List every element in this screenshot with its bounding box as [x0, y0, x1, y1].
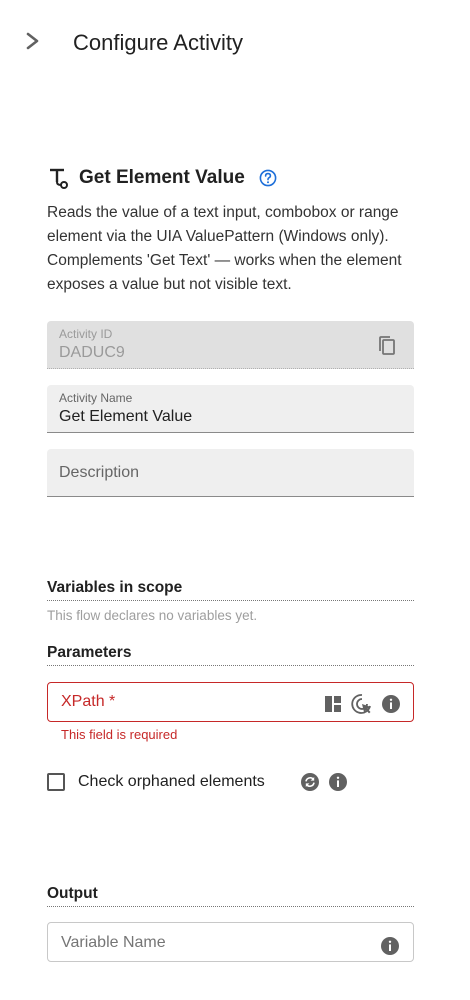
- activity-description: Reads the value of a text input, combobo…: [47, 204, 402, 293]
- xpath-icons: [323, 693, 401, 715]
- header: Configure Activity: [0, 0, 470, 84]
- get-text-icon: [50, 168, 68, 189]
- parameters-heading: Parameters: [47, 644, 414, 666]
- chevron-right-icon[interactable]: [22, 29, 44, 53]
- info-icon[interactable]: [381, 694, 401, 714]
- activity-title-row: Get Element Value: [47, 165, 277, 191]
- output-variable-input[interactable]: Variable Name: [47, 922, 414, 962]
- output-heading: Output: [47, 885, 414, 907]
- xpath-input[interactable]: XPath *: [47, 682, 414, 722]
- variables-heading: Variables in scope: [47, 579, 414, 601]
- copy-icon[interactable]: [377, 335, 397, 357]
- xpath-error: This field is required: [61, 727, 178, 742]
- description-field[interactable]: Description: [47, 449, 414, 497]
- description-placeholder: Description: [59, 464, 140, 481]
- dashboard-icon[interactable]: [323, 694, 343, 714]
- activity-name-field[interactable]: Activity Name Get Element Value: [47, 385, 414, 433]
- check-orphaned-label[interactable]: Check orphaned elements: [78, 773, 265, 791]
- activity-title: Get Element Value: [79, 167, 245, 188]
- refresh-icon[interactable]: [300, 772, 320, 792]
- activity-id-label: Activity ID: [59, 327, 113, 341]
- info-icon[interactable]: [380, 936, 400, 956]
- check-orphaned-checkbox[interactable]: [47, 773, 65, 791]
- activity-id-value: DADUC9: [59, 344, 125, 361]
- element-picker-icon[interactable]: [351, 693, 373, 715]
- check-orphaned-icons: [300, 772, 348, 792]
- activity-name-value[interactable]: Get Element Value: [59, 408, 192, 426]
- activity-name-label: Activity Name: [59, 391, 133, 405]
- info-icon[interactable]: [328, 772, 348, 792]
- check-orphaned-row: Check orphaned elements: [47, 771, 347, 793]
- xpath-label: XPath *: [61, 693, 116, 710]
- output-variable-placeholder: Variable Name: [61, 934, 166, 951]
- page-title: Configure Activity: [73, 30, 243, 55]
- activity-id-field: Activity ID DADUC9: [47, 321, 414, 369]
- help-icon[interactable]: [259, 169, 277, 187]
- variables-empty-note: This flow declares no variables yet.: [47, 608, 258, 623]
